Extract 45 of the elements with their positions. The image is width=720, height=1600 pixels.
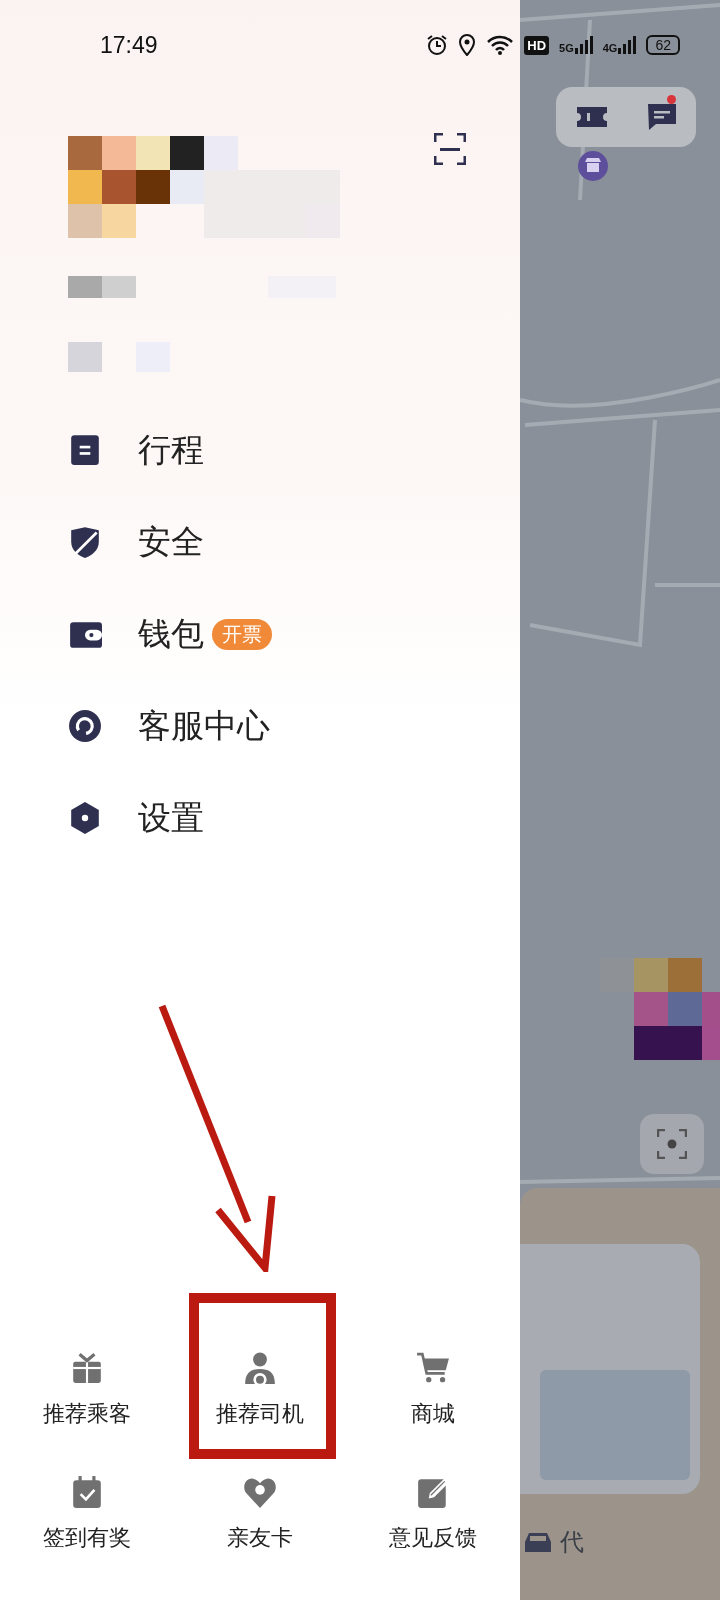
shortcut-label: 签到有奖 [42,1524,131,1552]
menu-label: 钱包 [138,612,204,655]
menu-item[interactable]: 安全 [0,496,520,588]
menu-item[interactable]: 钱包 开票 [0,588,520,680]
shortcut-label: 亲友卡 [227,1524,293,1552]
shortcut-label: 推荐乘客 [42,1400,131,1428]
locate-button[interactable] [640,1114,704,1174]
document-icon [68,433,102,467]
service-label[interactable]: 代 [560,1526,584,1558]
locate-icon [657,1129,687,1159]
alarm-icon [426,34,449,56]
shortcut-item[interactable]: 商城 [346,1335,520,1459]
menu-item[interactable]: 设置 [0,772,520,864]
shortcut-label: 推荐司机 [216,1400,304,1428]
menu-label: 客服中心 [138,704,270,747]
shortcut-label: 商城 [411,1400,456,1428]
location-icon [458,34,477,56]
pixelated-avatar[interactable] [68,136,340,238]
shortcut-item[interactable]: 推荐司机 [173,1335,347,1459]
hexagon-icon [68,801,102,835]
network-signal: 4G [602,36,637,54]
shortcut-label: 意见反馈 [389,1524,478,1552]
menu-label: 安全 [138,520,204,563]
status-time: 17:49 [100,31,159,59]
shield-icon [68,525,102,559]
scan-icon[interactable] [434,133,466,165]
battery-level: 62 [646,35,680,55]
wifi-icon [486,34,515,56]
shop-marker-icon[interactable] [577,150,609,182]
shortcut-item[interactable]: 亲友卡 [173,1459,347,1583]
network-signal: 5G [559,36,593,54]
cart-icon [416,1351,451,1385]
shortcut-item[interactable]: 推荐乘客 [0,1335,174,1459]
car-icon[interactable] [524,1530,552,1554]
message-icon[interactable] [645,102,678,132]
menu-label: 行程 [138,428,204,471]
ticket-icon[interactable] [574,105,609,129]
headset-icon [68,709,102,743]
invoice-badge: 开票 [212,618,272,650]
menu-item[interactable]: 客服中心 [0,680,520,772]
shortcut-item[interactable]: 签到有奖 [0,1459,174,1583]
menu-item[interactable]: 行程 [0,404,520,496]
person-icon [243,1351,277,1385]
shortcut-item[interactable]: 意见反馈 [346,1459,520,1583]
menu-label: 设置 [138,796,204,839]
